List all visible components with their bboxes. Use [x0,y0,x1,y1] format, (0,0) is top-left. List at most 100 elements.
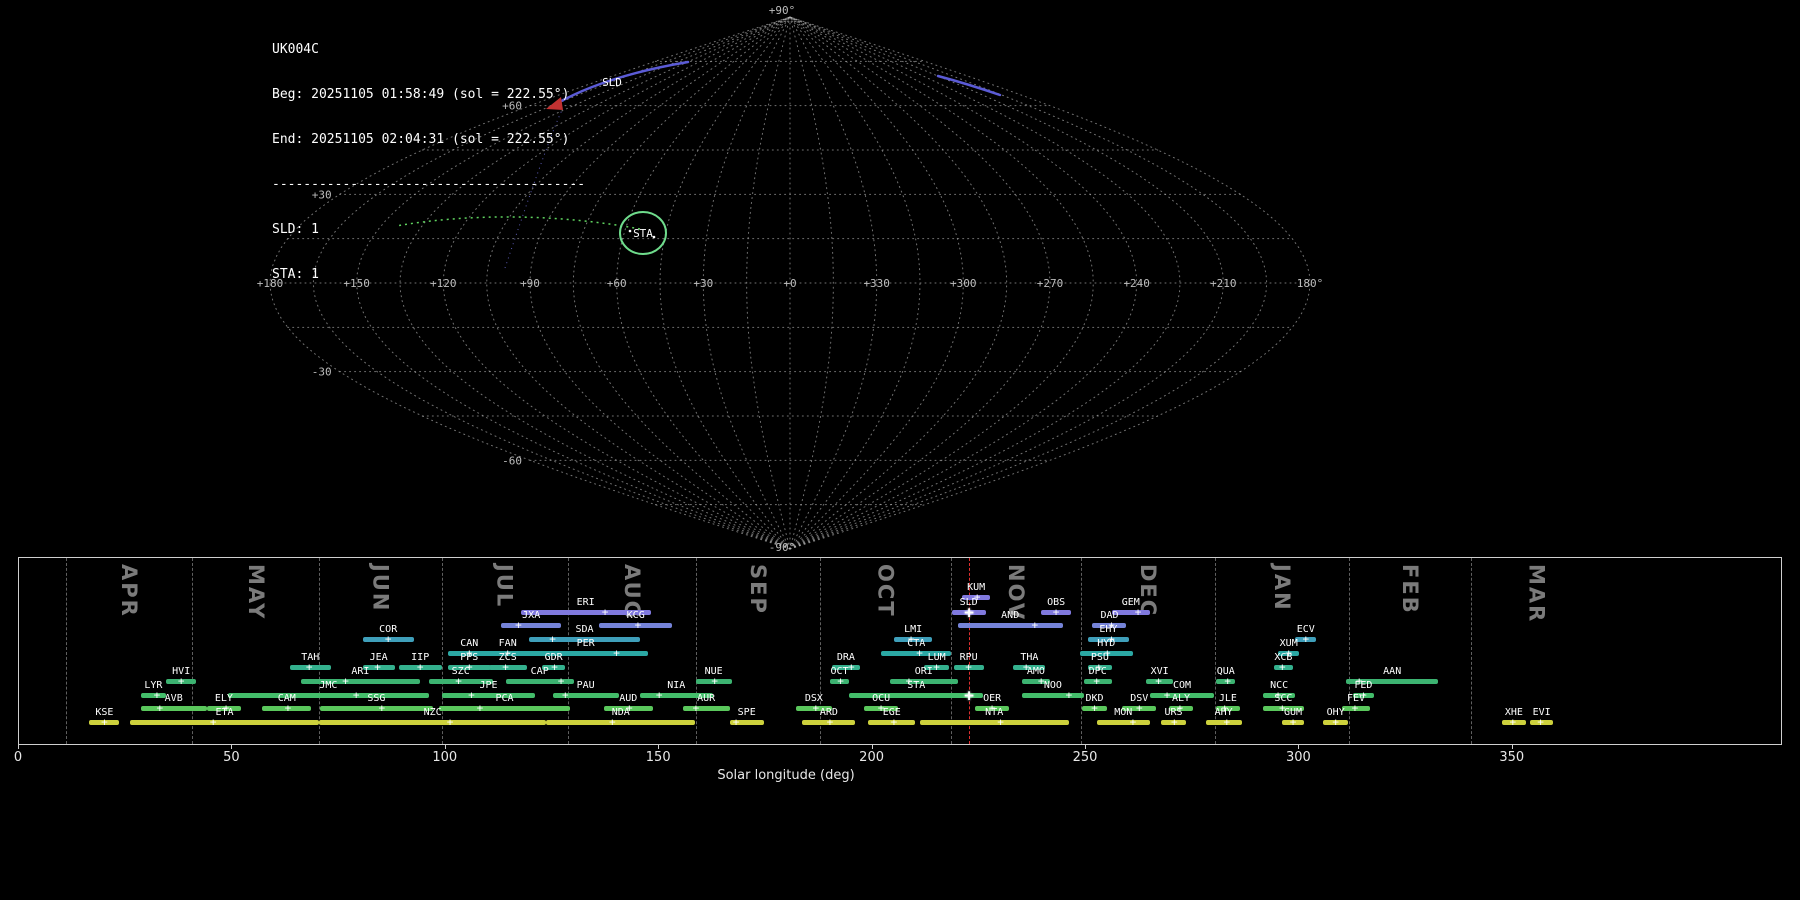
x-axis-tick-label: 100 [432,750,457,765]
shower-peak-marker: + [502,662,509,673]
shower-code-label: SDA [575,625,593,635]
x-axis-tick [872,745,873,749]
shower-peak-marker: + [1332,717,1339,728]
shower-activity-bar [320,706,433,711]
shower-activity-bar [130,720,319,725]
shower-peak-marker: + [1091,703,1098,714]
shower-peak-marker: + [374,662,381,673]
shower-peak-marker: + [101,717,108,728]
shower-peak-marker: + [385,634,392,645]
shower-peak-marker: + [1164,690,1171,701]
shower-code-label: ORI [915,667,933,677]
shower-peak-marker: + [1171,717,1178,728]
map-longitude-label: +300 [950,277,977,290]
shower-code-label: ERI [577,598,595,608]
shower-code-label: NIA [667,681,685,691]
shower-peak-marker: + [477,703,484,714]
shower-peak-marker: + [1155,676,1162,687]
month-label: MAY [244,564,268,620]
shower-peak-marker: + [1279,662,1286,673]
map-latitude-label: -60 [502,454,522,467]
month-boundary-line [319,558,320,744]
month-label: JUN [369,564,393,612]
x-axis-tick-label: 250 [1073,750,1098,765]
shower-activity-bar [546,720,695,725]
shower-peak-marker: + [1224,676,1231,687]
shower-peak-marker: + [1136,703,1143,714]
meteor-station-screen: +180+150+120+90+60+30+0+330+300+270+240+… [0,0,1800,900]
shower-code-label: PER [577,639,595,649]
month-label: MAR [1525,564,1549,623]
shower-peak-marker: + [1352,703,1359,714]
shower-peak-marker-active: + [964,607,974,618]
shower-peak-marker: + [417,662,424,673]
station-id: UK004C [272,42,585,57]
shower-activity-bar [319,720,546,725]
shower-peak-marker: + [154,690,161,701]
shower-code-label: CAP [531,667,549,677]
shower-peak-marker: + [613,648,620,659]
map-longitude-label: +0 [783,277,796,290]
shower-code-label: COM [1173,681,1191,691]
shower-peak-marker: + [602,607,609,618]
month-boundary-line [192,558,193,744]
shower-code-label: NOO [1044,681,1062,691]
shower-peak-marker: + [353,690,360,701]
sta-count-line: STA: 1 [272,267,585,282]
sld-count-line: SLD: 1 [272,222,585,237]
shower-activity-bar [141,706,207,711]
shower-peak-marker: + [711,676,718,687]
shower-code-label: SPE [738,708,756,718]
shower-activity-bar [228,693,429,698]
shower-code-label: PCA [495,694,513,704]
x-axis-tick-label: 300 [1286,750,1311,765]
month-label: APR [117,564,141,618]
month-boundary-line [442,558,443,744]
shower-activity-bar [1022,693,1084,698]
activity-chart: APRMAYJUNJULAUGSEPOCTNOVDECJANFEBMARKUM+… [18,557,1782,745]
x-axis-tick [445,745,446,749]
shower-activity-bar [501,623,561,628]
shower-peak-marker: + [916,648,923,659]
shower-peak-marker: + [933,662,940,673]
shower-activity-bar [1097,720,1150,725]
shower-peak-marker: + [1053,607,1060,618]
month-boundary-line [951,558,952,744]
shower-peak-marker: + [1223,717,1230,728]
shower-peak-marker-active: + [964,690,974,701]
shower-activity-bar [442,693,536,698]
shower-code-label: JMC [319,681,337,691]
shower-activity-bar [920,720,1069,725]
shower-activity-bar [439,706,569,711]
shower-peak-marker: + [342,676,349,687]
shower-peak-marker: + [891,717,898,728]
shower-peak-marker: + [515,620,522,631]
shower-peak-marker: + [1537,717,1544,728]
map-longitude-label: +330 [863,277,890,290]
observation-header: UK004C Beg: 20251105 01:58:49 (sol = 222… [272,12,585,312]
month-boundary-line [1471,558,1472,744]
month-label: SEP [746,564,770,615]
shower-peak-marker: + [447,717,454,728]
map-longitude-label: +270 [1037,277,1064,290]
shower-peak-marker: + [178,676,185,687]
x-axis-tick-label: 200 [859,750,884,765]
shower-peak-marker: + [1290,717,1297,728]
x-axis-tick [231,745,232,749]
shower-peak-marker: + [1066,690,1073,701]
shower-peak-marker: + [965,662,972,673]
shower-code-label: AAN [1383,667,1401,677]
month-boundary-line [66,558,67,744]
shower-peak-marker: + [733,717,740,728]
shower-peak-marker: + [609,717,616,728]
shower-code-label: AND [1001,611,1019,621]
sta-radiant-dot [653,236,656,239]
month-label: JAN [1270,564,1294,612]
x-axis-tick-label: 350 [1499,750,1524,765]
shower-peak-marker: + [837,676,844,687]
shower-peak-marker: + [656,690,663,701]
shower-peak-marker: + [1509,717,1516,728]
shower-activity-bar [683,706,730,711]
map-longitude-label: +210 [1210,277,1237,290]
header-divider: ---------------------------------------- [272,177,585,192]
